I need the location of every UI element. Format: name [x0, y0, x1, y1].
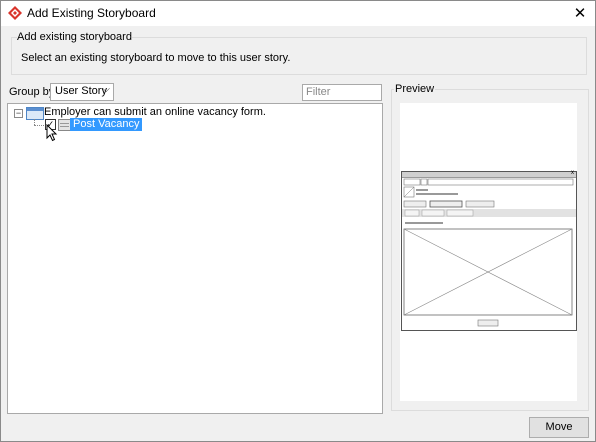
- preview-title: Preview: [394, 83, 436, 95]
- mouse-cursor-icon: [46, 124, 58, 142]
- tree-root-label[interactable]: Employer can submit an online vacancy fo…: [44, 106, 266, 118]
- groupby-select[interactable]: User Story ⌵: [50, 83, 114, 101]
- thumbnail-wireframe: [402, 178, 576, 327]
- collapse-toggle-icon[interactable]: −: [14, 109, 23, 118]
- move-button[interactable]: Move: [529, 417, 589, 438]
- groupbox-description: Select an existing storyboard to move to…: [21, 52, 291, 64]
- close-button[interactable]: ✕: [565, 1, 595, 26]
- storyboard-thumbnail: x: [401, 170, 577, 331]
- storyboard-tree[interactable]: − Employer can submit an online vacancy …: [7, 103, 383, 414]
- app-logo-icon: [8, 6, 22, 20]
- dialog-window: Add Existing Storyboard ✕ Add existing s…: [0, 0, 596, 442]
- title-bar: Add Existing Storyboard ✕: [1, 1, 595, 26]
- chevron-down-icon: ⌵: [102, 84, 110, 95]
- filter-placeholder: Filter: [306, 86, 331, 98]
- groupby-value: User Story: [55, 85, 107, 97]
- tree-child-label[interactable]: Post Vacancy: [70, 118, 143, 131]
- filter-input[interactable]: Filter: [302, 84, 382, 101]
- groupbox-title: Add existing storyboard: [17, 31, 132, 43]
- close-icon: ✕: [573, 5, 587, 22]
- user-story-icon: [26, 107, 44, 120]
- window-title: Add Existing Storyboard: [27, 6, 156, 20]
